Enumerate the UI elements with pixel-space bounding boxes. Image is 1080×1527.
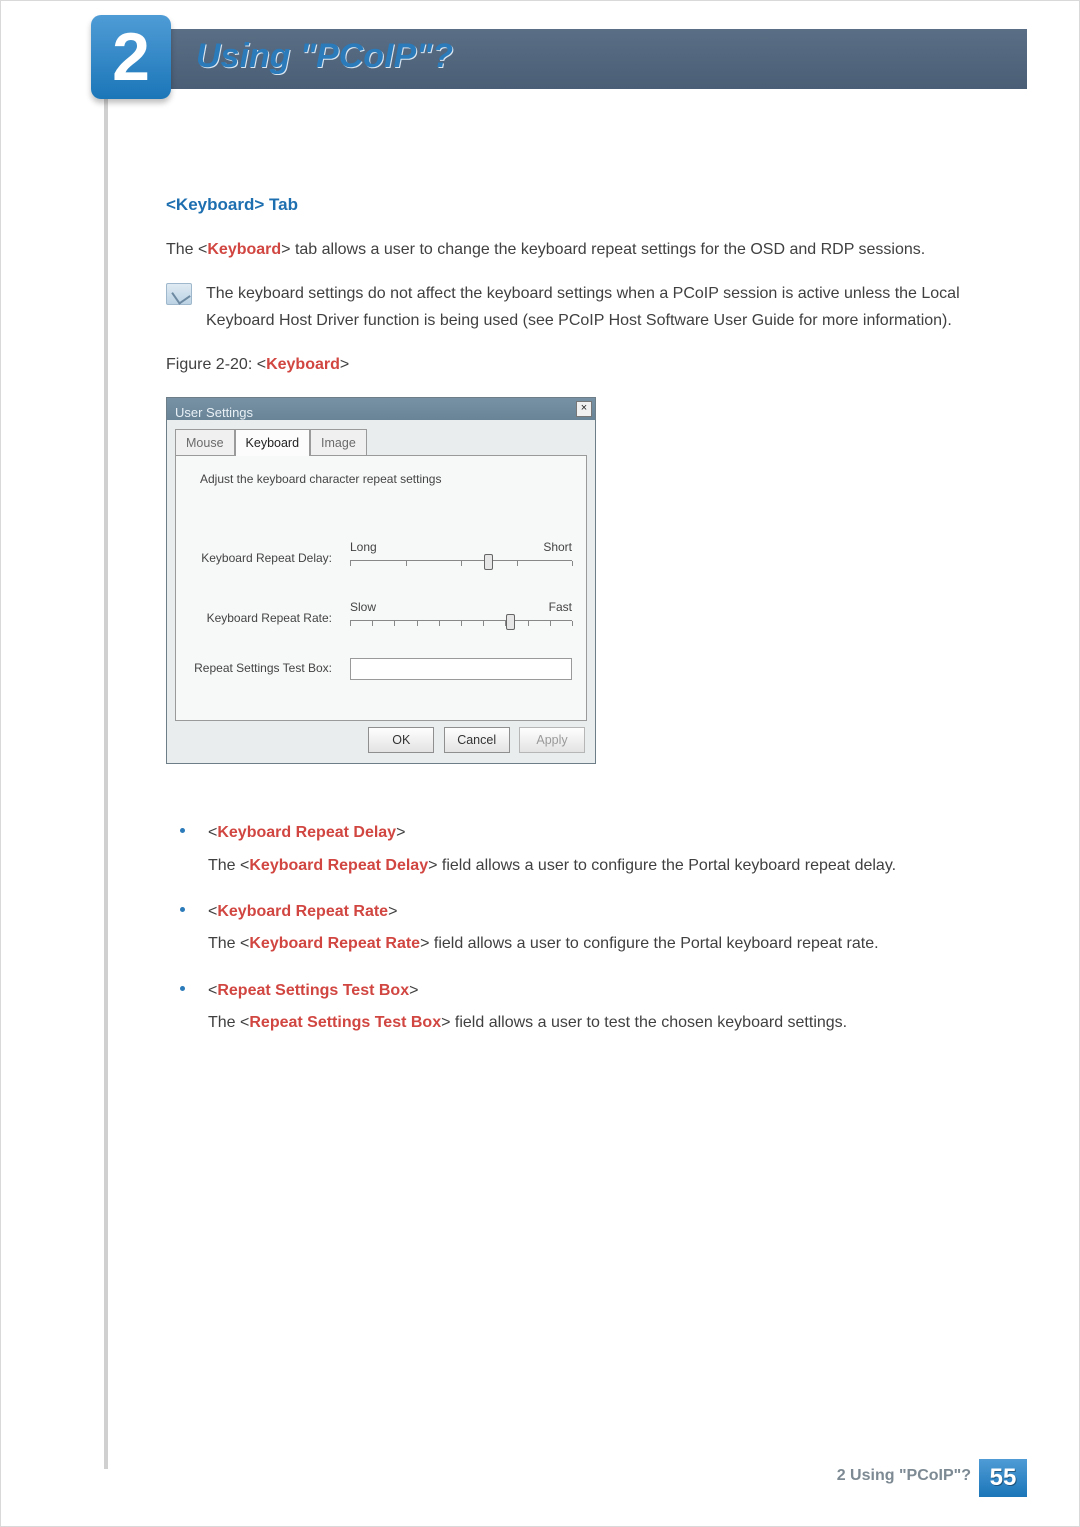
bullet-body: The <Keyboard Repeat Rate> field allows …: [208, 931, 1009, 957]
section-heading: <Keyboard> Tab: [166, 191, 1009, 219]
close-button[interactable]: ×: [576, 401, 592, 417]
slider-left-label: Long: [350, 538, 377, 558]
ok-button[interactable]: OK: [368, 727, 434, 754]
slider-right-label: Short: [543, 538, 572, 558]
page: 2 Using "PCoIP"? <Keyboard> Tab The <Key…: [0, 0, 1080, 1527]
slider-right-label: Fast: [549, 598, 572, 618]
tab-strip: MouseKeyboardImage Adjust the keyboard c…: [167, 420, 595, 721]
text: The <: [166, 241, 207, 258]
intro-paragraph: The <Keyboard> tab allows a user to chan…: [166, 237, 1009, 263]
dialog-buttons: OK Cancel Apply: [167, 721, 595, 764]
slider-left-label: Slow: [350, 598, 376, 618]
repeat-test-input[interactable]: [350, 658, 572, 680]
dialog-title: User Settings: [175, 405, 253, 420]
cancel-button[interactable]: Cancel: [444, 727, 510, 754]
note: The keyboard settings do not affect the …: [166, 281, 1009, 334]
row-repeat-rate: Keyboard Repeat Rate: Slow Fast: [190, 598, 572, 640]
chapter-number-badge: 2: [91, 15, 171, 99]
bullet-heading: <Keyboard Repeat Delay>: [208, 820, 1009, 846]
tab-pane-keyboard: Adjust the keyboard character repeat set…: [175, 455, 587, 720]
slider-track[interactable]: [350, 620, 572, 640]
figure-caption: Figure 2-20: <Keyboard>: [166, 352, 1009, 378]
text: >: [340, 356, 349, 373]
pane-hint: Adjust the keyboard character repeat set…: [200, 470, 572, 490]
note-icon: [166, 283, 192, 305]
slider-repeat-rate[interactable]: Slow Fast: [350, 598, 572, 640]
label-repeat-rate: Keyboard Repeat Rate:: [190, 609, 350, 629]
bullet-heading: <Repeat Settings Test Box>: [208, 978, 1009, 1004]
side-line: [104, 29, 108, 1469]
label-test-box: Repeat Settings Test Box:: [190, 659, 350, 679]
dialog-title-bar: User Settings ×: [167, 398, 595, 420]
user-settings-dialog: User Settings × MouseKeyboardImage Adjus…: [166, 397, 596, 765]
chapter-title: Using "PCoIP"?: [196, 37, 453, 76]
keyword: Keyboard: [207, 241, 281, 258]
list-item: <Keyboard Repeat Rate> The <Keyboard Repe…: [166, 899, 1009, 958]
list-item: <Keyboard Repeat Delay> The <Keyboard Rep…: [166, 820, 1009, 879]
tab-image[interactable]: Image: [310, 429, 367, 457]
bullet-heading: <Keyboard Repeat Rate>: [208, 899, 1009, 925]
label-repeat-delay: Keyboard Repeat Delay:: [190, 549, 350, 569]
slider-thumb[interactable]: [484, 554, 493, 570]
keyword: Keyboard: [266, 356, 340, 373]
row-test-box: Repeat Settings Test Box:: [190, 658, 572, 680]
bullet-icon: [180, 907, 185, 912]
footer: 2 Using "PCoIP"? 55: [104, 1459, 1027, 1497]
note-text: The keyboard settings do not affect the …: [206, 281, 1009, 334]
bullet-icon: [180, 986, 185, 991]
content: <Keyboard> Tab The <Keyboard> tab allows…: [166, 191, 1009, 1057]
text: > tab allows a user to change the keyboa…: [281, 241, 925, 258]
text: Figure 2-20: <: [166, 356, 266, 373]
slider-repeat-delay[interactable]: Long Short: [350, 538, 572, 580]
tab-keyboard[interactable]: Keyboard: [235, 429, 311, 457]
list-item: <Repeat Settings Test Box> The <Repeat Se…: [166, 978, 1009, 1037]
bullet-body: The <Repeat Settings Test Box> field all…: [208, 1010, 1009, 1036]
page-number: 55: [979, 1459, 1027, 1497]
tab-mouse[interactable]: Mouse: [175, 429, 235, 457]
footer-text: 2 Using "PCoIP"?: [837, 1467, 971, 1485]
slider-track[interactable]: [350, 560, 572, 580]
bullet-body: The <Keyboard Repeat Delay> field allows…: [208, 853, 1009, 879]
apply-button[interactable]: Apply: [519, 727, 585, 754]
row-repeat-delay: Keyboard Repeat Delay: Long Short: [190, 538, 572, 580]
bullet-icon: [180, 828, 185, 833]
slider-thumb[interactable]: [506, 614, 515, 630]
bullet-list: <Keyboard Repeat Delay> The <Keyboard Rep…: [166, 820, 1009, 1036]
